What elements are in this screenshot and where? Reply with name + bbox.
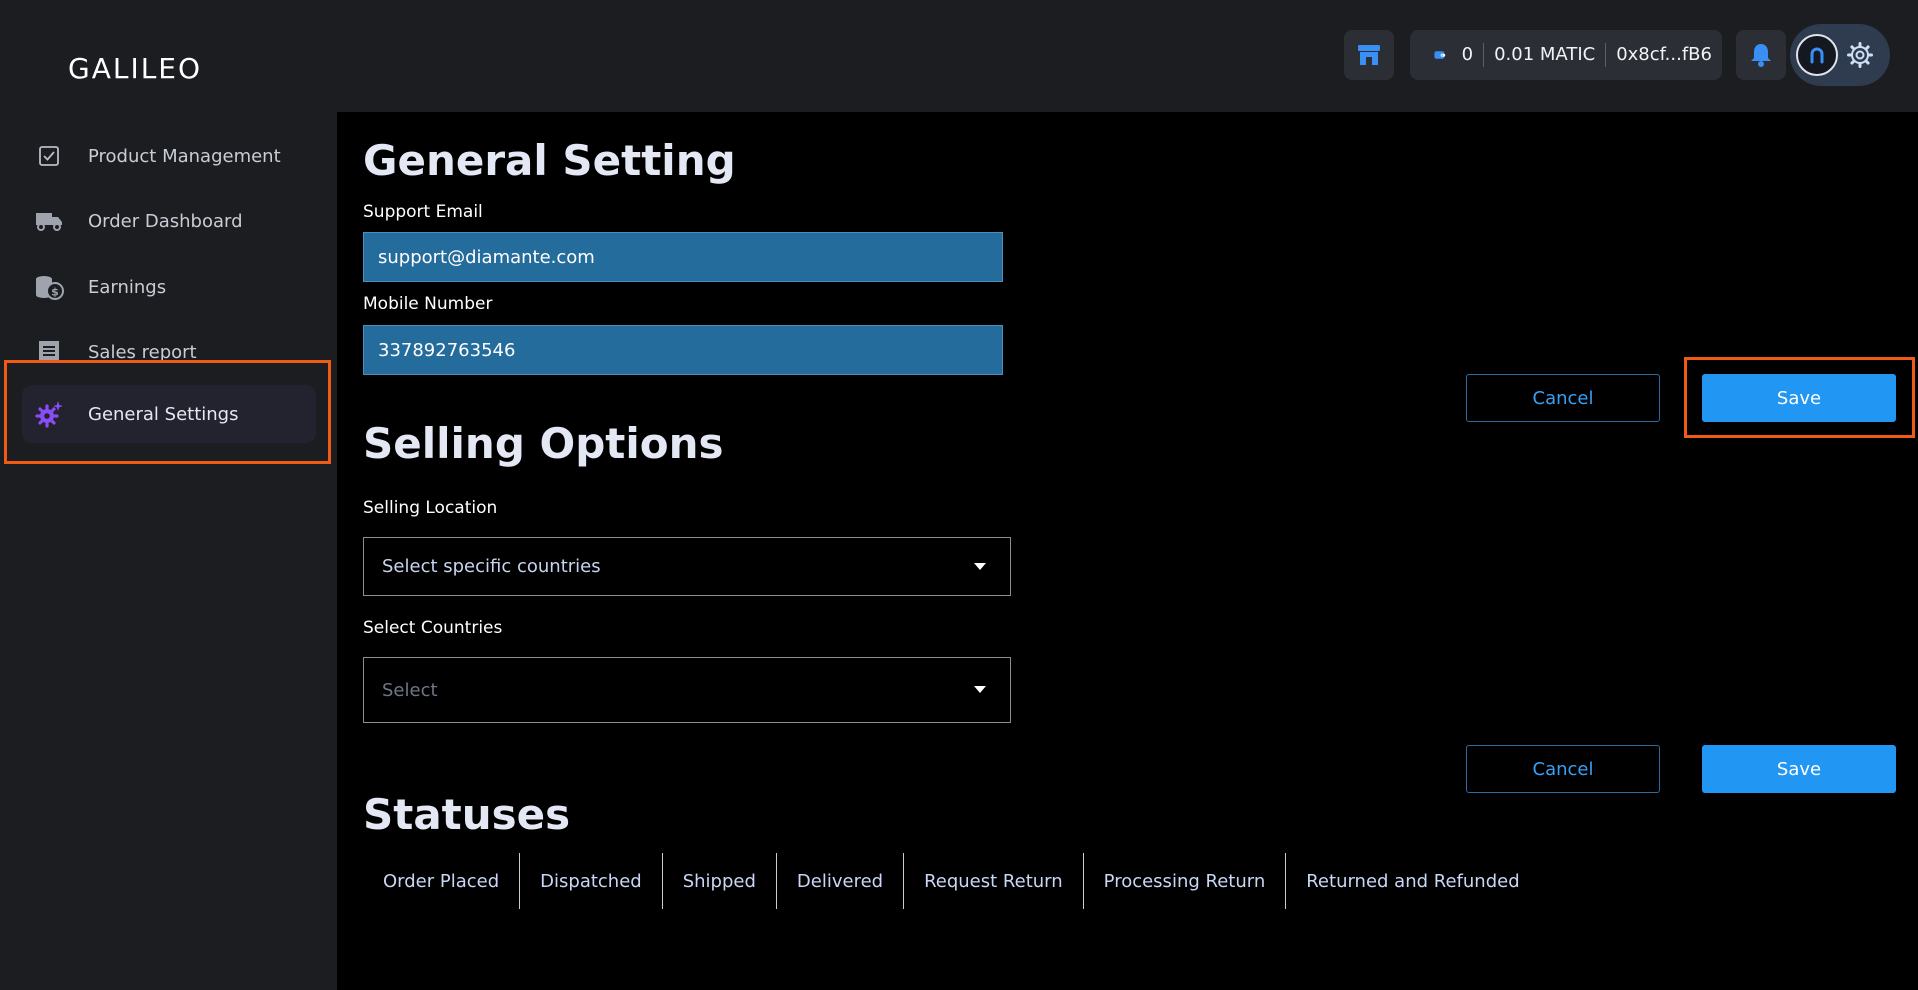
sidebar-item-label: Order Dashboard: [88, 210, 243, 232]
top-bar: GALILEO 0 0.01 MATIC 0x8cf...fB6: [0, 0, 1918, 112]
checkbox-icon: [34, 141, 64, 171]
highlight-frame-sidebar: [4, 360, 331, 464]
profile-menu[interactable]: [1790, 24, 1890, 86]
mobile-number-label: Mobile Number: [363, 294, 493, 314]
store-button[interactable]: [1344, 30, 1394, 80]
wallet-balance: 0.01 MATIC: [1483, 43, 1605, 67]
sidebar-item-label: Earnings: [88, 276, 167, 298]
support-email-input[interactable]: [363, 232, 1003, 282]
statuses-title: Statuses: [363, 790, 571, 839]
wallet-address[interactable]: 0x8cf...fB6: [1605, 43, 1722, 67]
save-button[interactable]: Save: [1702, 374, 1896, 422]
truck-icon: [34, 206, 64, 236]
selling-location-label: Selling Location: [363, 498, 498, 518]
selling-options-title: Selling Options: [363, 419, 724, 468]
page-title: General Setting: [363, 136, 736, 185]
status-tab-processing-return[interactable]: Processing Return: [1082, 853, 1286, 909]
save-button-selling[interactable]: Save: [1702, 745, 1896, 793]
wallet-count: 0: [1461, 44, 1474, 65]
sidebar-item-order-dashboard[interactable]: Order Dashboard: [22, 192, 316, 250]
svg-text:$: $: [51, 286, 59, 299]
cancel-button-selling[interactable]: Cancel: [1466, 745, 1660, 793]
status-tabs: Order Placed Dispatched Shipped Delivere…: [363, 853, 1540, 909]
status-tab-order-placed[interactable]: Order Placed: [363, 853, 519, 909]
support-email-label: Support Email: [363, 202, 483, 222]
sidebar-item-label: Product Management: [88, 145, 281, 167]
bell-icon: [1751, 44, 1771, 67]
select-countries-select[interactable]: Select: [363, 657, 1011, 723]
brand-logo[interactable]: GALILEO: [68, 52, 202, 85]
wallet-info[interactable]: 0 0.01 MATIC 0x8cf...fB6: [1410, 30, 1722, 80]
avatar[interactable]: [1796, 34, 1838, 76]
sidebar-item-product-management[interactable]: Product Management: [22, 127, 316, 185]
status-tab-request-return[interactable]: Request Return: [903, 853, 1083, 909]
status-tab-shipped[interactable]: Shipped: [661, 853, 776, 909]
mobile-number-input[interactable]: [363, 325, 1003, 375]
selling-location-value: Select specific countries: [382, 556, 601, 577]
gear-icon[interactable]: [1846, 41, 1874, 69]
select-countries-placeholder: Select: [382, 679, 438, 701]
status-tab-delivered[interactable]: Delivered: [775, 853, 903, 909]
chevron-down-icon: [974, 686, 986, 693]
selling-location-select[interactable]: Select specific countries: [363, 537, 1011, 596]
sidebar-item-earnings[interactable]: $ Earnings: [22, 258, 316, 316]
store-icon: [1358, 45, 1380, 65]
user-icon: [1810, 47, 1824, 64]
status-tab-returned-refunded[interactable]: Returned and Refunded: [1285, 853, 1539, 909]
chevron-down-icon: [974, 562, 986, 570]
cancel-button[interactable]: Cancel: [1466, 374, 1660, 422]
notifications-button[interactable]: [1736, 30, 1786, 80]
status-tab-dispatched[interactable]: Dispatched: [519, 853, 662, 909]
coins-icon: $: [34, 272, 64, 302]
wallet-icon: [1434, 51, 1446, 59]
select-countries-label: Select Countries: [363, 618, 503, 638]
sidebar: Product Management Order Dashboard $ Ear…: [0, 112, 337, 990]
